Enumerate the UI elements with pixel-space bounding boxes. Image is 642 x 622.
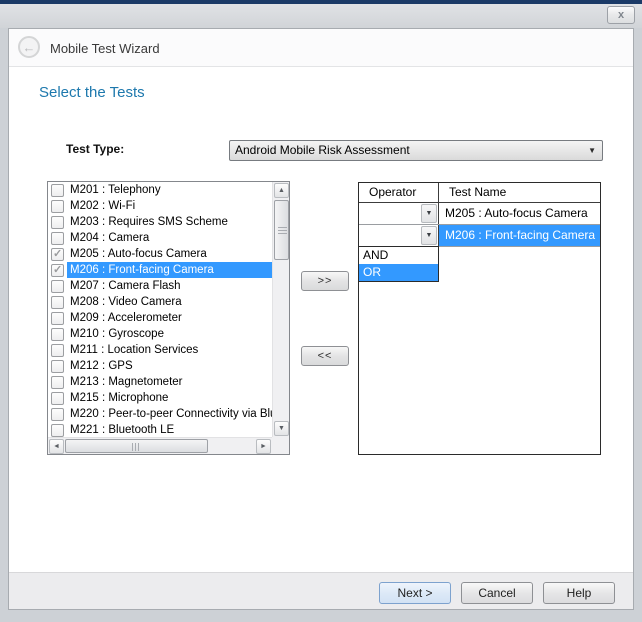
table-header-row: Operator Test Name: [359, 183, 600, 203]
list-item[interactable]: M212 : GPS: [48, 358, 272, 374]
test-name-cell: M205 : Auto-focus Camera: [439, 203, 600, 224]
wizard-header: ← Mobile Test Wizard: [9, 29, 633, 67]
checkbox[interactable]: [51, 184, 64, 197]
remove-tests-button[interactable]: <<: [301, 346, 349, 366]
list-item-label: M209 : Accelerometer: [67, 310, 272, 326]
back-button[interactable]: ←: [18, 36, 40, 58]
checkbox[interactable]: [51, 248, 64, 261]
list-item[interactable]: M201 : Telephony: [48, 182, 272, 198]
test-type-select[interactable]: Android Mobile Risk Assessment ▼: [229, 140, 603, 161]
checkbox[interactable]: [51, 408, 64, 421]
operator-option[interactable]: OR: [359, 264, 438, 281]
checkbox[interactable]: [51, 200, 64, 213]
checkbox[interactable]: [51, 424, 64, 437]
chevron-down-icon[interactable]: ▼: [421, 204, 437, 223]
list-item[interactable]: M202 : Wi-Fi: [48, 198, 272, 214]
available-tests-items: M201 : Telephony M202 : Wi-Fi M203 : Req…: [48, 182, 272, 437]
list-item[interactable]: M211 : Location Services: [48, 342, 272, 358]
scroll-right-icon[interactable]: ►: [256, 439, 271, 454]
list-item[interactable]: M210 : Gyroscope: [48, 326, 272, 342]
test-type-value: Android Mobile Risk Assessment: [235, 143, 410, 157]
list-item-label: M207 : Camera Flash: [67, 278, 272, 294]
chevron-down-icon: ▼: [588, 141, 596, 160]
wizard-title: Mobile Test Wizard: [50, 41, 160, 56]
thumb-grip-icon: [132, 443, 140, 451]
checkbox[interactable]: [51, 392, 64, 405]
test-name-cell: M206 : Front-facing Camera: [439, 225, 600, 246]
list-item-label: M211 : Location Services: [67, 342, 272, 358]
next-button[interactable]: Next >: [379, 582, 451, 604]
dialog-footer: Next > Cancel Help: [9, 572, 633, 609]
vertical-scrollbar[interactable]: ▲ ▼: [272, 182, 289, 437]
table-row[interactable]: ▼ M206 : Front-facing Camera: [359, 225, 600, 247]
list-item-label: M213 : Magnetometer: [67, 374, 272, 390]
list-item[interactable]: M213 : Magnetometer: [48, 374, 272, 390]
checkbox[interactable]: [51, 328, 64, 341]
thumb-grip-icon: [278, 227, 287, 235]
list-item[interactable]: M215 : Microphone: [48, 390, 272, 406]
horizontal-scroll-thumb[interactable]: [65, 439, 208, 453]
checkbox[interactable]: [51, 296, 64, 309]
checkbox[interactable]: [51, 312, 64, 325]
list-item-label: M201 : Telephony: [67, 182, 272, 198]
selected-tests-table: Operator Test Name ▼ M205 : Auto-focus C…: [358, 182, 601, 455]
checkbox[interactable]: [51, 216, 64, 229]
table-row[interactable]: ▼ M205 : Auto-focus Camera: [359, 203, 600, 225]
checkbox[interactable]: [51, 360, 64, 373]
list-item-label: M203 : Requires SMS Scheme: [67, 214, 272, 230]
scrollbar-corner: [272, 437, 289, 454]
list-item[interactable]: M207 : Camera Flash: [48, 278, 272, 294]
available-tests-list: M201 : Telephony M202 : Wi-Fi M203 : Req…: [47, 181, 290, 455]
back-arrow-icon: ←: [23, 40, 36, 55]
operator-option[interactable]: AND: [359, 247, 438, 264]
list-item[interactable]: M208 : Video Camera: [48, 294, 272, 310]
test-name-column-header: Test Name: [439, 183, 600, 202]
cancel-button[interactable]: Cancel: [461, 582, 533, 604]
list-item-label: M221 : Bluetooth LE: [67, 422, 272, 437]
checkbox[interactable]: [51, 376, 64, 389]
list-item[interactable]: M204 : Camera: [48, 230, 272, 246]
operator-column-header: Operator: [359, 183, 439, 202]
close-button[interactable]: x: [607, 6, 635, 24]
list-item-label: M202 : Wi-Fi: [67, 198, 272, 214]
list-item[interactable]: M203 : Requires SMS Scheme: [48, 214, 272, 230]
list-item-label: M220 : Peer-to-peer Connectivity via Blu…: [67, 406, 272, 422]
checkbox[interactable]: [51, 264, 64, 277]
horizontal-scrollbar[interactable]: ◄ ►: [48, 437, 272, 454]
list-item-label: M210 : Gyroscope: [67, 326, 272, 342]
scroll-left-icon[interactable]: ◄: [49, 439, 64, 454]
list-item-label: M212 : GPS: [67, 358, 272, 374]
close-icon: x: [618, 9, 624, 21]
help-button[interactable]: Help: [543, 582, 615, 604]
list-item-label: M206 : Front-facing Camera: [67, 262, 272, 278]
list-item[interactable]: M206 : Front-facing Camera: [48, 262, 272, 278]
operator-dropdown[interactable]: ▼: [359, 225, 439, 246]
vertical-scroll-thumb[interactable]: [274, 200, 289, 260]
list-item[interactable]: M209 : Accelerometer: [48, 310, 272, 326]
checkbox[interactable]: [51, 232, 64, 245]
chevron-down-icon[interactable]: ▼: [421, 226, 437, 245]
operator-options-popup: AND OR: [358, 246, 439, 282]
scroll-down-icon[interactable]: ▼: [274, 421, 289, 436]
list-item-label: M204 : Camera: [67, 230, 272, 246]
checkbox[interactable]: [51, 280, 64, 293]
add-tests-button[interactable]: >>: [301, 271, 349, 291]
list-item[interactable]: M221 : Bluetooth LE: [48, 422, 272, 437]
list-item-label: M205 : Auto-focus Camera: [67, 246, 272, 262]
window-titlebar: x: [0, 4, 642, 28]
scroll-up-icon[interactable]: ▲: [274, 183, 289, 198]
operator-dropdown[interactable]: ▼: [359, 203, 439, 224]
checkbox[interactable]: [51, 344, 64, 357]
list-item-label: M215 : Microphone: [67, 390, 272, 406]
page-heading: Select the Tests: [39, 84, 145, 101]
list-item-label: M208 : Video Camera: [67, 294, 272, 310]
mobile-test-wizard-dialog: ← Mobile Test Wizard Select the Tests Te…: [8, 28, 634, 610]
test-type-label: Test Type:: [66, 142, 124, 156]
list-item[interactable]: M220 : Peer-to-peer Connectivity via Blu…: [48, 406, 272, 422]
list-item[interactable]: M205 : Auto-focus Camera: [48, 246, 272, 262]
